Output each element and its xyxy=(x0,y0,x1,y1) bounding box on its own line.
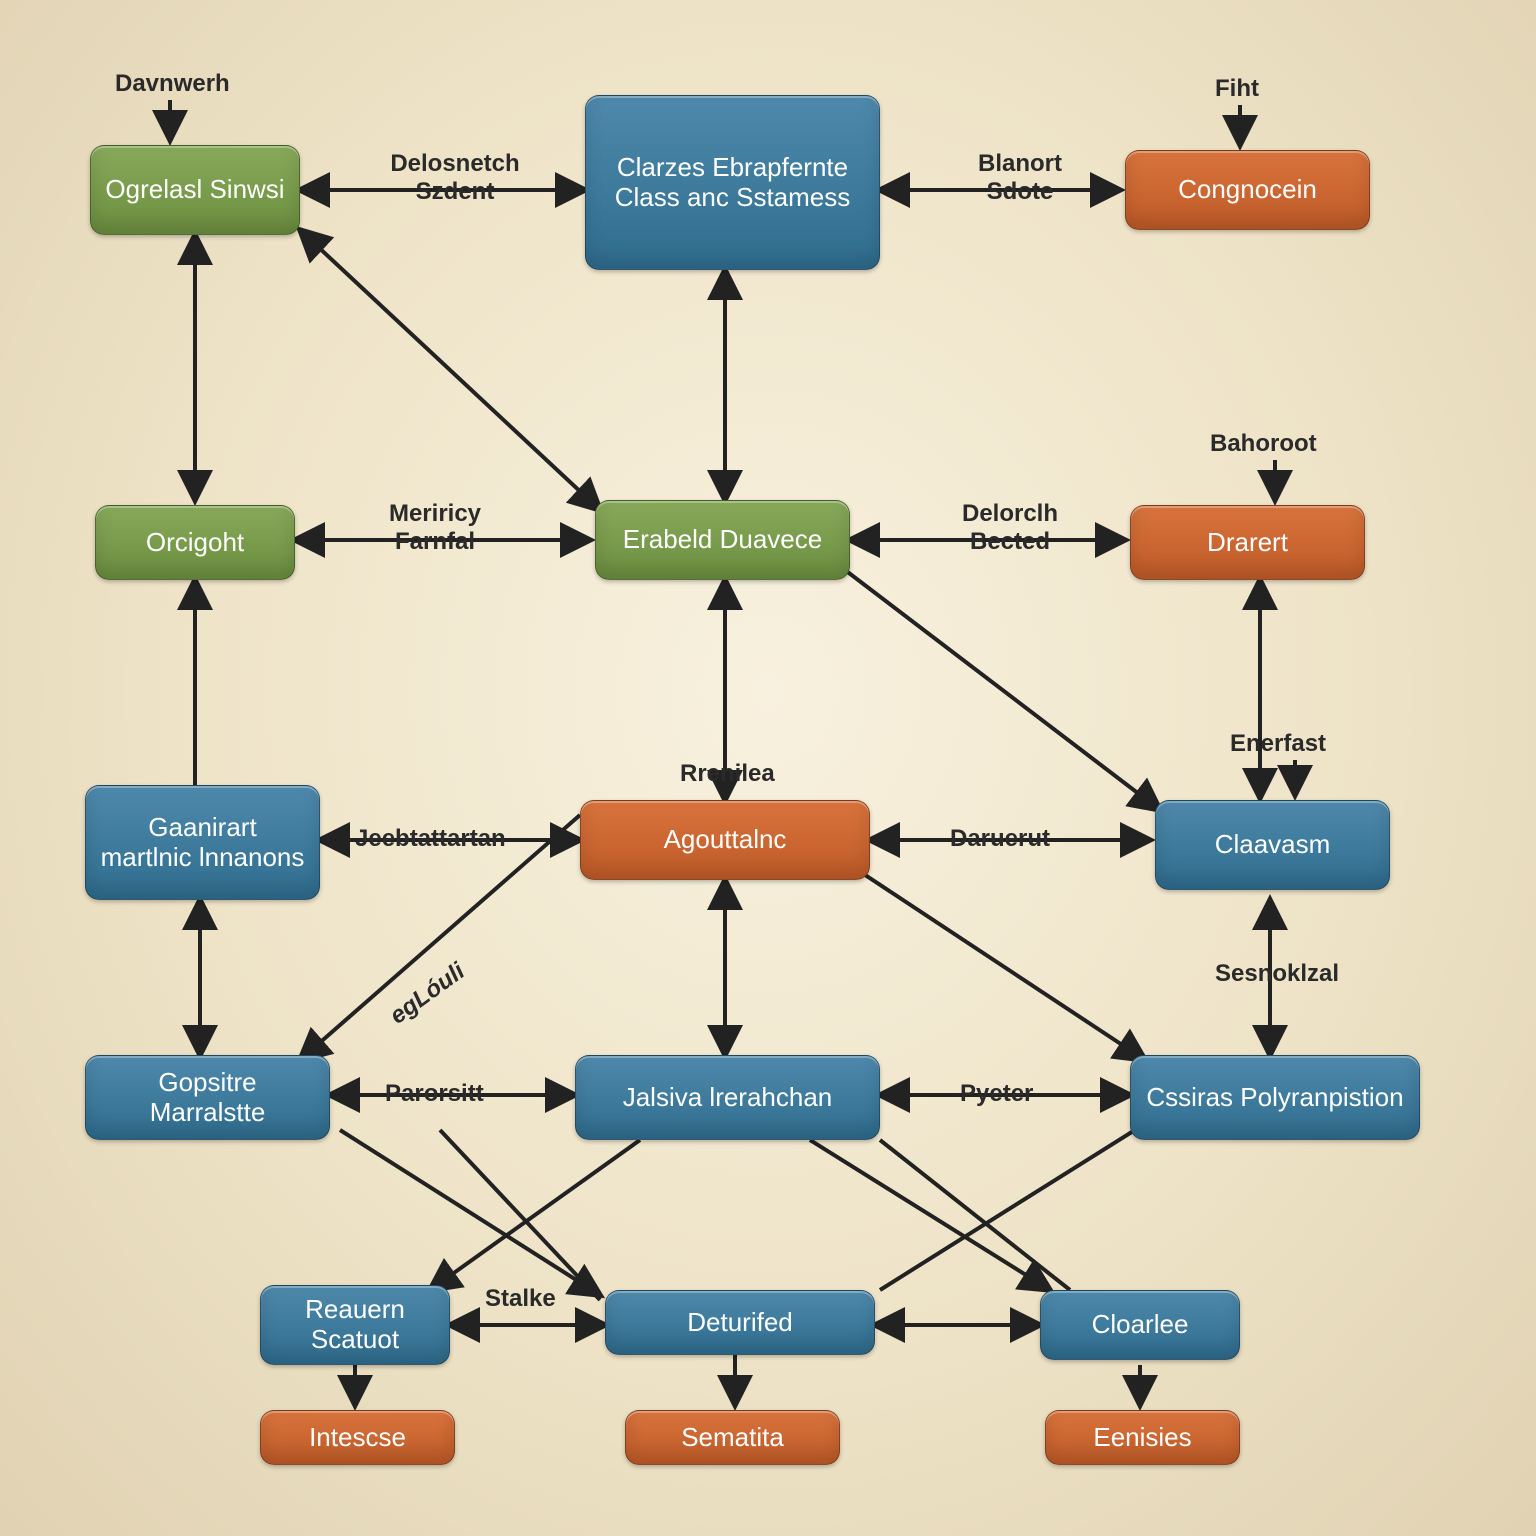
node-drarert: Drarert xyxy=(1130,505,1365,580)
node-gaanirart: Gaanirart martlnic lnnanons xyxy=(85,785,320,900)
label-rrenilea: Rrenilea xyxy=(680,760,775,788)
node-gopsitre: Gopsitre Marralstte xyxy=(85,1055,330,1140)
node-cssiras: Cssiras Polyranpistion xyxy=(1130,1055,1420,1140)
node-text: Sematita xyxy=(681,1423,784,1453)
label-fiht: Fiht xyxy=(1215,75,1259,103)
node-text: Eenisies xyxy=(1093,1423,1191,1453)
node-text: Claavasm xyxy=(1215,830,1331,860)
node-text: Deturifed xyxy=(687,1308,793,1338)
label-bahoroot: Bahoroot xyxy=(1210,430,1317,458)
label-stalke: Stalke xyxy=(485,1285,556,1313)
node-text: Drarert xyxy=(1207,528,1288,558)
node-text: Cloarlee xyxy=(1092,1310,1189,1340)
node-text: Cssiras Polyranpistion xyxy=(1146,1083,1403,1113)
node-text: Agouttalnc xyxy=(664,825,787,855)
diagram-canvas: Ogrelasl Sinwsi Clarzes Ebrapfernte Clas… xyxy=(0,0,1536,1536)
node-text: Gaanirart martlnic lnnanons xyxy=(100,813,305,873)
node-text: Jalsiva lrerahchan xyxy=(623,1083,833,1113)
node-congnocein: Congnocein xyxy=(1125,150,1370,230)
node-eenisies: Eenisies xyxy=(1045,1410,1240,1465)
node-sematita: Sematita xyxy=(625,1410,840,1465)
node-ogrelasl: Ogrelasl Sinwsi xyxy=(90,145,300,235)
node-text: Ogrelasl Sinwsi xyxy=(105,175,284,205)
label-daruerut: Daruerut xyxy=(950,825,1050,853)
label-enerfast: Enerfast xyxy=(1230,730,1326,758)
node-text: Reauern Scatuot xyxy=(275,1295,435,1355)
node-text: Orcigoht xyxy=(146,528,244,558)
node-erabeld: Erabeld Duavece xyxy=(595,500,850,580)
label-delosench: Delosnetch Szdent xyxy=(370,150,540,206)
node-jalsiva: Jalsiva lrerahchan xyxy=(575,1055,880,1140)
label-pyeter: Pyeter xyxy=(960,1080,1033,1108)
node-claavasm: Claavasm xyxy=(1155,800,1390,890)
label-eglouli: egLóuli xyxy=(385,958,470,1031)
node-text: Intescse xyxy=(309,1423,406,1453)
node-text: Clarzes Ebrapfernte Class anc Sstamess xyxy=(600,153,865,213)
label-davnwerh: Davnwerh xyxy=(115,70,230,98)
node-agouttalnc: Agouttalnc xyxy=(580,800,870,880)
node-text: Gopsitre Marralstte xyxy=(100,1068,315,1128)
label-sesnoklza: Sesnoklzal xyxy=(1215,960,1339,988)
node-orcigoht: Orcigoht xyxy=(95,505,295,580)
node-reauern: Reauern Scatuot xyxy=(260,1285,450,1365)
node-cloarlee: Cloarlee xyxy=(1040,1290,1240,1360)
label-blanort: Blanort Sdote xyxy=(950,150,1090,206)
node-text: Congnocein xyxy=(1178,175,1317,205)
label-jeebtattan: Jeebtattartan xyxy=(355,825,506,853)
node-text: Erabeld Duavece xyxy=(623,525,822,555)
label-meriricy: Meriricy Farnfal xyxy=(355,500,515,556)
label-parorsitt: Parorsitt xyxy=(385,1080,484,1108)
node-clarzes: Clarzes Ebrapfernte Class anc Sstamess xyxy=(585,95,880,270)
node-intescse: Intescse xyxy=(260,1410,455,1465)
label-delorclh: Delorclh Bected xyxy=(935,500,1085,556)
node-deturifed: Deturifed xyxy=(605,1290,875,1355)
